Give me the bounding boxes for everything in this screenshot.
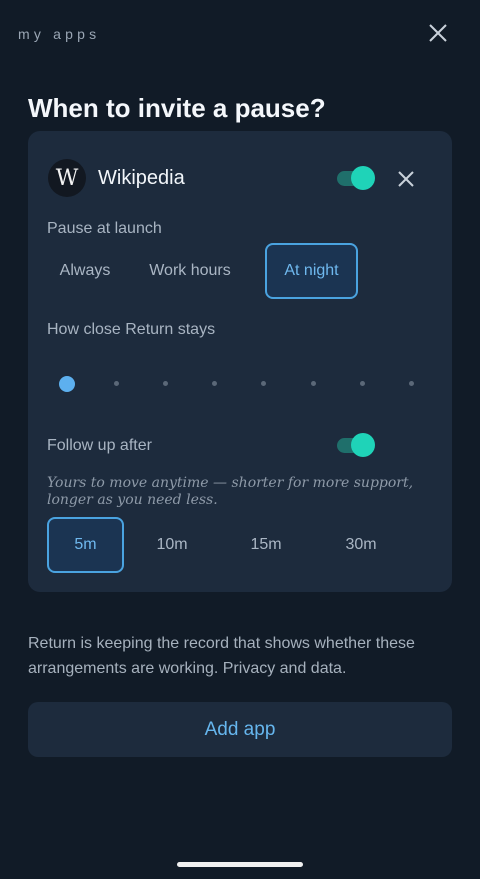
stay-close-step-8[interactable] <box>409 381 414 386</box>
follow-up-option-10m[interactable]: 10m <box>136 518 208 572</box>
section-label: my apps <box>18 26 101 42</box>
follow-up-toggle[interactable] <box>337 433 375 457</box>
pause-option-at-night[interactable]: At night <box>265 243 358 299</box>
stay-close-step-5[interactable] <box>261 381 266 386</box>
remove-app-icon[interactable] <box>395 168 417 190</box>
pause-at-launch-label: Pause at launch <box>47 220 162 237</box>
stay-close-step-1[interactable] <box>59 376 75 392</box>
stay-close-label: How close Return stays <box>47 321 216 338</box>
follow-up-label: Follow up after <box>47 437 152 454</box>
pause-option-always[interactable]: Always <box>47 244 123 298</box>
close-icon[interactable] <box>425 20 451 46</box>
screen: my apps When to invite a pause? W Wikipe… <box>0 0 480 879</box>
follow-up-option-15m[interactable]: 15m <box>230 518 302 572</box>
stay-close-step-6[interactable] <box>311 381 316 386</box>
wikipedia-logo-icon: W <box>48 159 86 197</box>
app-card: W Wikipedia Pause at launch Always Work … <box>28 131 452 592</box>
add-app-button[interactable]: Add app <box>28 702 452 757</box>
app-name: Wikipedia <box>98 167 185 189</box>
app-enabled-toggle[interactable] <box>337 166 375 190</box>
stay-close-step-3[interactable] <box>163 381 168 386</box>
pause-option-work-hours[interactable]: Work hours <box>136 244 244 298</box>
toggle-knob <box>351 166 375 190</box>
follow-up-option-5m[interactable]: 5m <box>47 517 124 573</box>
toggle-knob <box>351 433 375 457</box>
follow-up-option-30m[interactable]: 30m <box>325 518 397 572</box>
stay-close-step-4[interactable] <box>212 381 217 386</box>
page-title: When to invite a pause? <box>28 93 326 123</box>
follow-up-note: Yours to move anytime — shorter for more… <box>47 475 414 508</box>
stay-close-step-7[interactable] <box>360 381 365 386</box>
home-indicator[interactable] <box>177 862 303 867</box>
stay-close-step-2[interactable] <box>114 381 119 386</box>
privacy-note: Return is keeping the record that shows … <box>28 635 415 677</box>
